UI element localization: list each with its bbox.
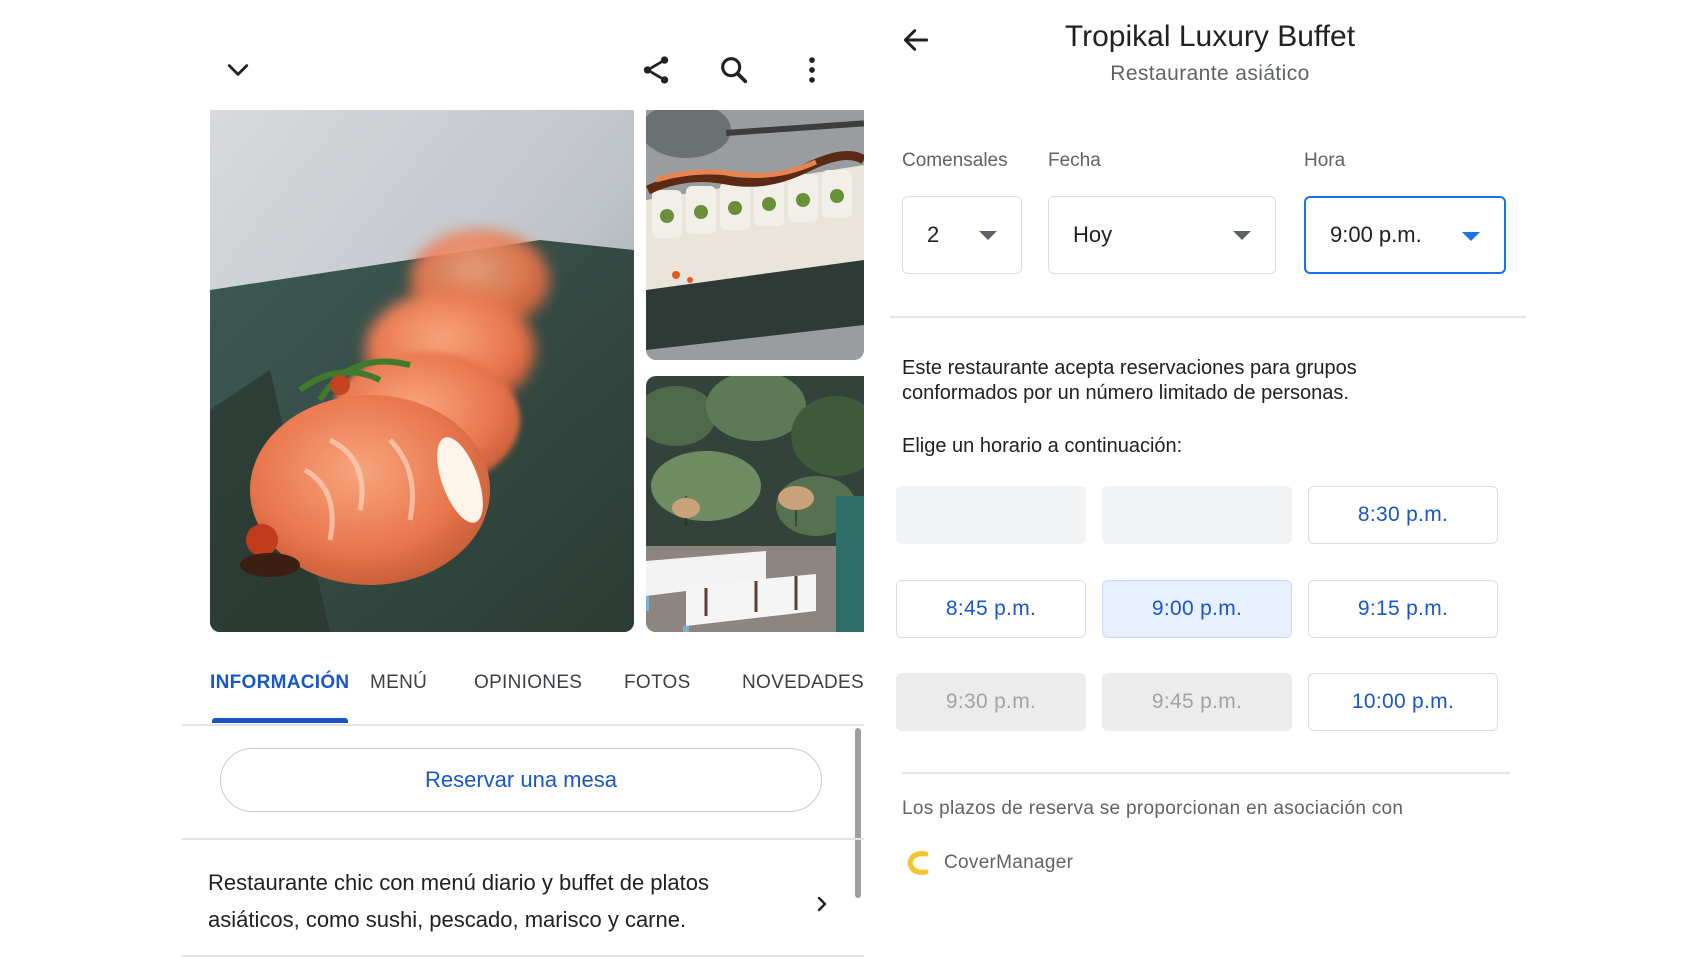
partner-name[interactable]: CoverManager	[944, 852, 1073, 874]
reservation-panel: Tropikal Luxury Buffet Restaurante asiát…	[890, 0, 1530, 960]
tab-opiniones[interactable]: OPINIONES	[474, 672, 582, 694]
tabs-divider	[182, 724, 864, 726]
photo-restaurant-interior[interactable]	[646, 376, 864, 632]
tab-novedades[interactable]: NOVEDADES	[742, 672, 864, 694]
group-size-notice: Este restaurante acepta reservaciones pa…	[902, 357, 1357, 404]
restaurant-category: Restaurante asiático	[1110, 62, 1310, 85]
time-slot[interactable]: 8:45 p.m.	[896, 580, 1086, 638]
more-vert-icon	[809, 57, 815, 83]
dropdown-arrow-icon	[1462, 232, 1480, 241]
place-tabs: INFORMACIÓN MENÚ OPINIONES FOTOS NOVEDAD…	[182, 640, 864, 726]
place-details-panel: INFORMACIÓN MENÚ OPINIONES FOTOS NOVEDAD…	[182, 0, 864, 960]
choose-time-prompt: Elige un horario a continuación:	[902, 435, 1183, 457]
section-divider	[182, 838, 864, 840]
scrollbar[interactable]	[855, 728, 861, 898]
place-description: Restaurante chic con menú diario y buffe…	[208, 870, 710, 932]
guests-select[interactable]: 2	[902, 196, 1022, 274]
restaurant-title: Tropikal Luxury Buffet	[1064, 20, 1356, 53]
search-button[interactable]	[710, 46, 758, 94]
time-slot[interactable]: 9:15 p.m.	[1308, 580, 1498, 638]
share-icon	[643, 56, 669, 84]
date-label: Fecha	[1048, 150, 1101, 171]
time-slot	[1102, 486, 1292, 544]
reserve-table-button[interactable]: Reservar una mesa	[220, 748, 822, 812]
dropdown-arrow-icon	[979, 231, 997, 240]
tab-informacion[interactable]: INFORMACIÓN	[210, 672, 349, 694]
chevron-down-icon	[227, 64, 249, 76]
time-value: 9:00 p.m.	[1330, 222, 1422, 247]
description-details-button[interactable]	[802, 884, 842, 924]
time-slot	[896, 486, 1086, 544]
time-slot[interactable]: 8:30 p.m.	[1308, 486, 1498, 544]
time-label: Hora	[1304, 150, 1346, 171]
time-slot[interactable]: 10:00 p.m.	[1308, 673, 1498, 731]
tab-fotos[interactable]: FOTOS	[624, 672, 691, 694]
share-button[interactable]	[632, 46, 680, 94]
guests-label: Comensales	[902, 150, 1008, 171]
guests-value: 2	[927, 222, 940, 247]
partner-notice: Los plazos de reserva se proporcionan en…	[902, 798, 1404, 819]
chevron-right-icon	[817, 896, 827, 912]
time-slot: 9:45 p.m.	[1102, 673, 1292, 731]
slots-divider	[902, 772, 1510, 774]
time-slot[interactable]: 9:00 p.m.	[1102, 580, 1292, 638]
fields-divider	[890, 316, 1526, 318]
main-photo-salmon-rolls[interactable]	[210, 110, 634, 632]
more-options-button[interactable]	[788, 46, 836, 94]
tab-menu[interactable]: MENÚ	[370, 672, 427, 694]
date-select[interactable]: Hoy	[1048, 196, 1276, 274]
covermanager-logo-icon	[902, 848, 932, 878]
search-icon	[721, 57, 748, 84]
date-value: Hoy	[1073, 222, 1113, 247]
time-slot: 9:30 p.m.	[896, 673, 1086, 731]
time-select[interactable]: 9:00 p.m.	[1304, 196, 1506, 274]
bottom-divider	[182, 955, 864, 957]
dropdown-arrow-icon	[1233, 231, 1251, 240]
photo-sushi-roll[interactable]	[646, 110, 864, 360]
collapse-button[interactable]	[216, 48, 260, 92]
active-tab-indicator	[212, 718, 348, 723]
